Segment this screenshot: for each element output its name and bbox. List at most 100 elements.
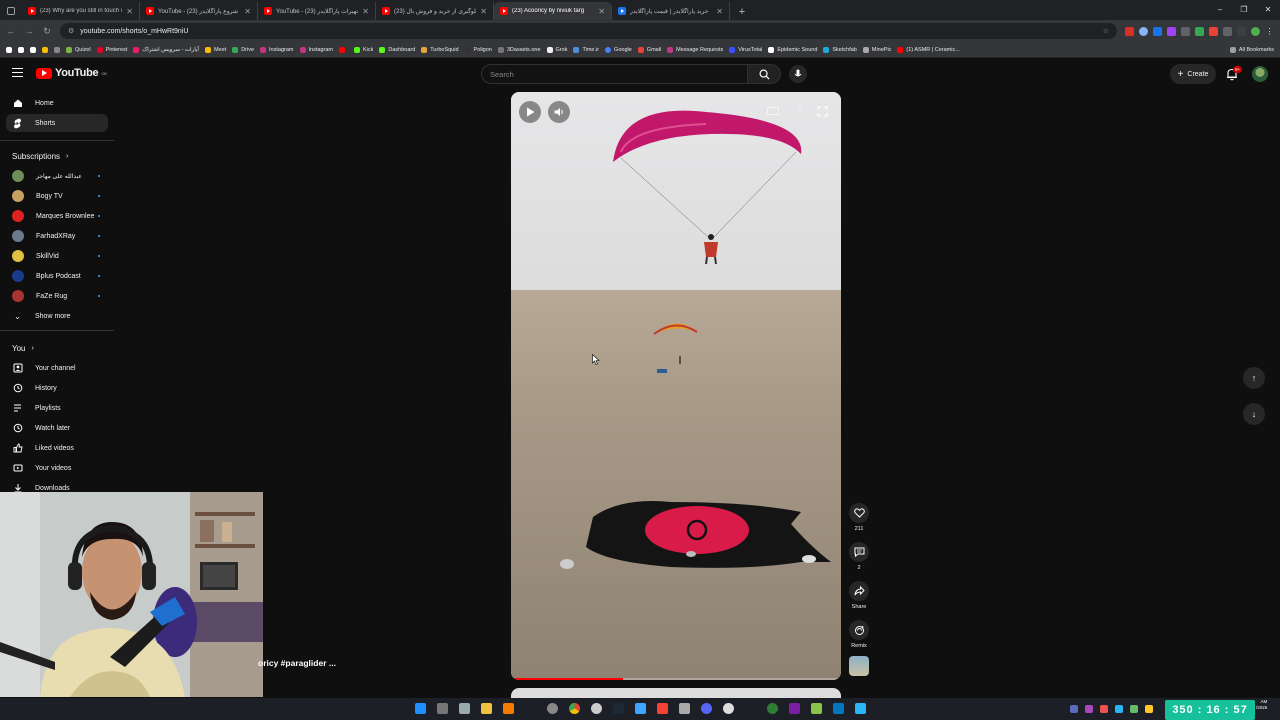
bookmark-item[interactable]: Drive [232, 46, 254, 53]
chrome-icon[interactable] [569, 703, 580, 714]
bookmark-icon[interactable] [42, 46, 48, 53]
account-avatar[interactable] [1252, 66, 1268, 82]
show-more-button[interactable]: ⌄ Show more [6, 307, 108, 325]
all-bookmarks[interactable]: All Bookmarks [1229, 46, 1274, 53]
next-short-preview[interactable] [511, 688, 841, 698]
like-action[interactable]: 211 [848, 503, 870, 532]
share-action[interactable]: Share [848, 581, 870, 610]
bookmark-item[interactable]: Epidemic Sound [768, 46, 817, 53]
reload-icon[interactable]: ↻ [42, 26, 52, 37]
task-view-icon[interactable] [437, 703, 448, 714]
close-icon[interactable]: ✕ [126, 7, 133, 16]
profile-icon[interactable] [1251, 26, 1260, 36]
browser-tab[interactable]: جلوگیری از خرید و فروش بال (23) ✕ [376, 2, 494, 20]
back-icon[interactable]: ← [6, 26, 16, 36]
extension-icon[interactable] [1153, 26, 1162, 36]
sidebar-item-liked-videos[interactable]: Liked videos [6, 439, 108, 457]
maximize-icon[interactable]: ❐ [1232, 0, 1256, 20]
extension-icon[interactable] [1209, 26, 1218, 36]
bookmark-item[interactable]: Quizel [66, 46, 91, 53]
captions-icon[interactable] [767, 107, 779, 115]
bookmark-item[interactable]: (1) ASMR | Ceramic... [897, 46, 960, 53]
file-explorer-icon[interactable] [481, 703, 492, 714]
search-input[interactable]: Search [481, 64, 748, 84]
bookmark-item[interactable]: 3Dassets.one [497, 46, 541, 53]
steam-icon[interactable] [613, 703, 624, 714]
extension-icon[interactable] [1139, 26, 1148, 36]
sidebar-item-watch-later[interactable]: Watch later [6, 419, 108, 437]
close-icon[interactable]: ✕ [598, 7, 605, 16]
bookmark-item[interactable]: Message Requests [667, 46, 723, 53]
star-icon[interactable]: ☆ [1103, 27, 1109, 35]
bookmark-icon[interactable] [6, 46, 12, 53]
tray-icon[interactable] [1130, 705, 1138, 713]
voice-search-button[interactable] [789, 65, 807, 83]
fullscreen-icon[interactable] [817, 106, 828, 117]
extension-icon[interactable] [1167, 26, 1176, 36]
bookmark-item[interactable]: Instagram [299, 46, 333, 53]
bookmark-item[interactable]: آپارات - سرویس اشتراک [133, 46, 199, 53]
taskbar-app-icon[interactable] [503, 703, 514, 714]
sidebar-subscription[interactable]: FaZe Rug [6, 287, 108, 305]
apps-icon[interactable] [54, 46, 60, 53]
play-button[interactable] [519, 101, 541, 123]
discord-icon[interactable] [701, 703, 712, 714]
sidebar-item-your-videos[interactable]: Your videos [6, 459, 108, 477]
new-tab-button[interactable]: + [734, 4, 750, 20]
sidebar-subscription[interactable]: Marques Brownlee [6, 207, 108, 225]
bookmark-item[interactable]: Time.ir [573, 46, 599, 53]
site-info-icon[interactable]: ⚙ [68, 27, 74, 35]
tray-icon[interactable] [1085, 705, 1093, 713]
close-icon[interactable]: ✕ [480, 7, 487, 16]
sidebar-subscription[interactable]: عبدالله علی مهاجر [6, 167, 108, 185]
browser-tab[interactable]: خرید پاراگلایدر | قیمت پاراگلایدر ✕ [612, 2, 730, 20]
bookmark-item[interactable]: Gmail [637, 46, 661, 53]
sidebar-item-playlists[interactable]: Playlists [6, 399, 108, 417]
bookmark-item[interactable]: Instagram [260, 46, 294, 53]
bookmark-item[interactable]: Google [605, 46, 632, 53]
address-bar[interactable]: ⚙ youtube.com/shorts/o_mHwRt9niU ☆ [60, 23, 1117, 39]
browser-tab[interactable]: YouTube - تجهیزات پاراگلایدر (23) ✕ [258, 2, 376, 20]
next-short-button[interactable]: ↓ [1243, 403, 1265, 425]
extension-icon[interactable] [1125, 26, 1134, 36]
forward-icon[interactable]: → [24, 26, 34, 36]
remix-action[interactable]: Remix [848, 620, 870, 649]
browser-tab[interactable]: (23) Why are you still in touch w ✕ [22, 2, 140, 20]
like-button[interactable] [849, 503, 869, 523]
extension-icon[interactable] [1181, 26, 1190, 36]
bookmark-item[interactable]: Poligon [464, 46, 492, 53]
sidebar-subscription[interactable]: Bplus Podcast [6, 267, 108, 285]
bookmark-item[interactable]: Dashboard [379, 46, 415, 53]
sidebar-item-your-channel[interactable]: Your channel [6, 359, 108, 377]
settings-icon[interactable] [547, 703, 558, 714]
taskbar-app-icon[interactable] [767, 703, 778, 714]
close-icon[interactable]: ✕ [244, 7, 251, 16]
windows-start-icon[interactable] [415, 703, 426, 714]
taskbar-app-icon[interactable] [833, 703, 844, 714]
bookmark-item[interactable]: MinePic [862, 46, 891, 53]
video-progress-bar[interactable] [511, 678, 841, 680]
close-icon[interactable]: ✕ [362, 7, 369, 16]
youtube-logo[interactable]: YouTube GB [36, 67, 107, 79]
sidebar-item-shorts[interactable]: Shorts [6, 114, 108, 132]
bookmark-item[interactable]: VirusTotal [729, 46, 762, 53]
sidebar-subscription[interactable]: Bogy TV [6, 187, 108, 205]
tray-icon[interactable] [1115, 705, 1123, 713]
extensions-puzzle-icon[interactable] [1223, 26, 1232, 36]
sidebar-item-history[interactable]: History [6, 379, 108, 397]
sidepanel-icon[interactable] [1237, 26, 1246, 36]
search-button[interactable] [748, 64, 781, 84]
bookmark-item[interactable]: TurboSquid [421, 46, 459, 53]
taskbar-app-icon[interactable] [657, 703, 668, 714]
share-button[interactable] [849, 581, 869, 601]
more-options-icon[interactable]: ⋮ [795, 104, 805, 115]
extension-icon[interactable] [1195, 26, 1204, 36]
comments-action[interactable]: 2 [848, 542, 870, 571]
bookmark-item[interactable]: Kick [353, 46, 373, 53]
bookmark-item[interactable]: Meet [204, 46, 226, 53]
shorts-video-player[interactable]: ⋮ [511, 92, 841, 680]
short-title[interactable]: oricy #paraglider ... [258, 658, 336, 668]
bookmark-icon[interactable] [30, 46, 36, 53]
volume-button[interactable] [548, 101, 570, 123]
taskbar-app-icon[interactable] [635, 703, 646, 714]
